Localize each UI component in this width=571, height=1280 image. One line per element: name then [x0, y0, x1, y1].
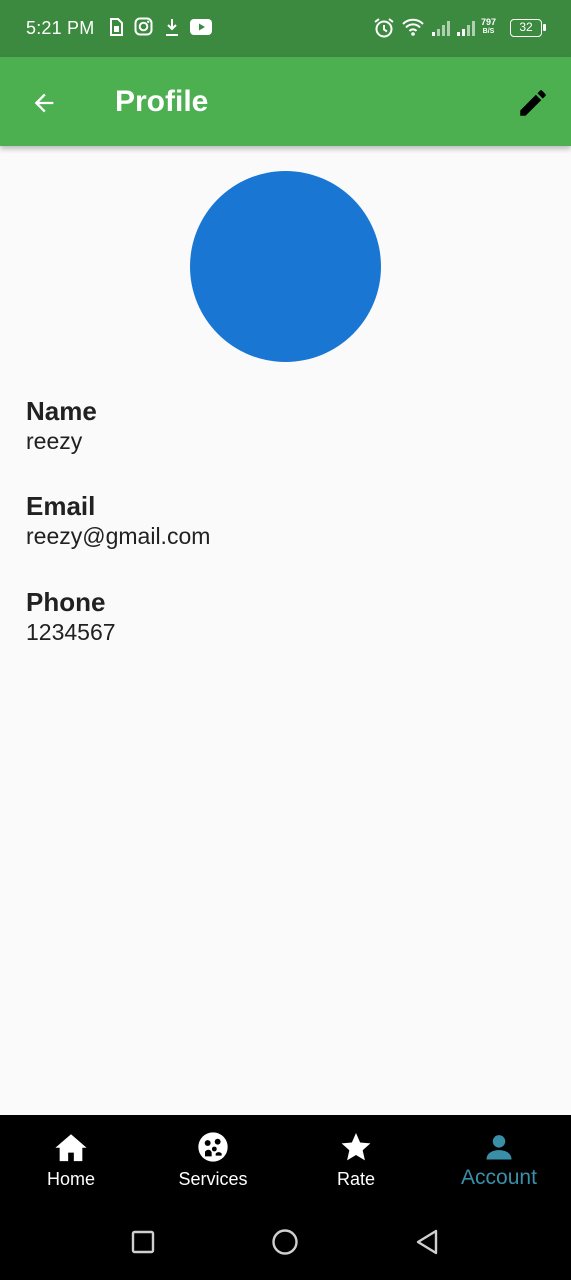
- download-icon: [164, 17, 180, 44]
- status-time: 5:21 PM: [26, 18, 95, 38]
- name-field: Name reezy: [26, 396, 97, 455]
- nav-item-account[interactable]: Account: [428, 1115, 570, 1199]
- nav-item-services[interactable]: Services: [142, 1115, 284, 1199]
- edit-pencil-icon: [520, 90, 546, 116]
- back-system-button[interactable]: [412, 1227, 442, 1257]
- arrow-back-icon: [34, 93, 54, 113]
- signal-icon: [456, 19, 476, 42]
- sim-card-icon: [108, 17, 124, 42]
- recents-square-icon: [131, 1230, 155, 1254]
- back-triangle-icon: [416, 1229, 438, 1255]
- network-speed: 797 B/S: [481, 18, 496, 36]
- wifi-icon: [401, 17, 425, 42]
- services-icon: [197, 1131, 229, 1163]
- back-button[interactable]: [22, 81, 66, 125]
- nav-item-rate[interactable]: Rate: [285, 1115, 427, 1199]
- battery-icon: 32: [510, 19, 546, 37]
- phone-value: 1234567: [26, 619, 116, 645]
- nav-label-services: Services: [178, 1169, 248, 1189]
- person-icon: [484, 1131, 514, 1163]
- name-value: reezy: [26, 428, 83, 454]
- network-speed-value: 797: [481, 17, 497, 27]
- email-field: Email reezy@gmail.com: [26, 491, 210, 550]
- email-label: Email: [26, 491, 96, 521]
- youtube-icon: [190, 19, 212, 40]
- recents-button[interactable]: [128, 1227, 158, 1257]
- app-bar: Profile: [0, 57, 571, 146]
- home-icon: [54, 1131, 88, 1163]
- system-navigation-bar: [0, 1199, 571, 1280]
- instagram-icon: [134, 17, 153, 41]
- phone-label: Phone: [26, 587, 106, 617]
- nav-item-home[interactable]: Home: [0, 1115, 142, 1199]
- email-value: reezy@gmail.com: [26, 523, 211, 549]
- home-circle-icon: [272, 1229, 298, 1255]
- nav-label-rate: Rate: [336, 1169, 376, 1189]
- alarm-icon: [373, 17, 395, 44]
- signal-icon: [431, 19, 451, 42]
- status-bar: 5:21 PM 797 B/S 32: [0, 0, 571, 57]
- network-speed-unit: B/S: [482, 28, 495, 35]
- nav-label-account: Account: [461, 1166, 537, 1189]
- home-system-button[interactable]: [270, 1227, 300, 1257]
- nav-label-home: Home: [46, 1169, 95, 1189]
- phone-field: Phone 1234567: [26, 587, 116, 646]
- name-label: Name: [26, 396, 97, 426]
- edit-button[interactable]: [510, 80, 556, 126]
- avatar: [190, 171, 381, 362]
- battery-level: 32: [519, 20, 533, 34]
- bottom-navigation: Home Services Rate Account: [0, 1115, 571, 1199]
- star-icon: [340, 1131, 372, 1163]
- page-title: Profile: [115, 85, 209, 118]
